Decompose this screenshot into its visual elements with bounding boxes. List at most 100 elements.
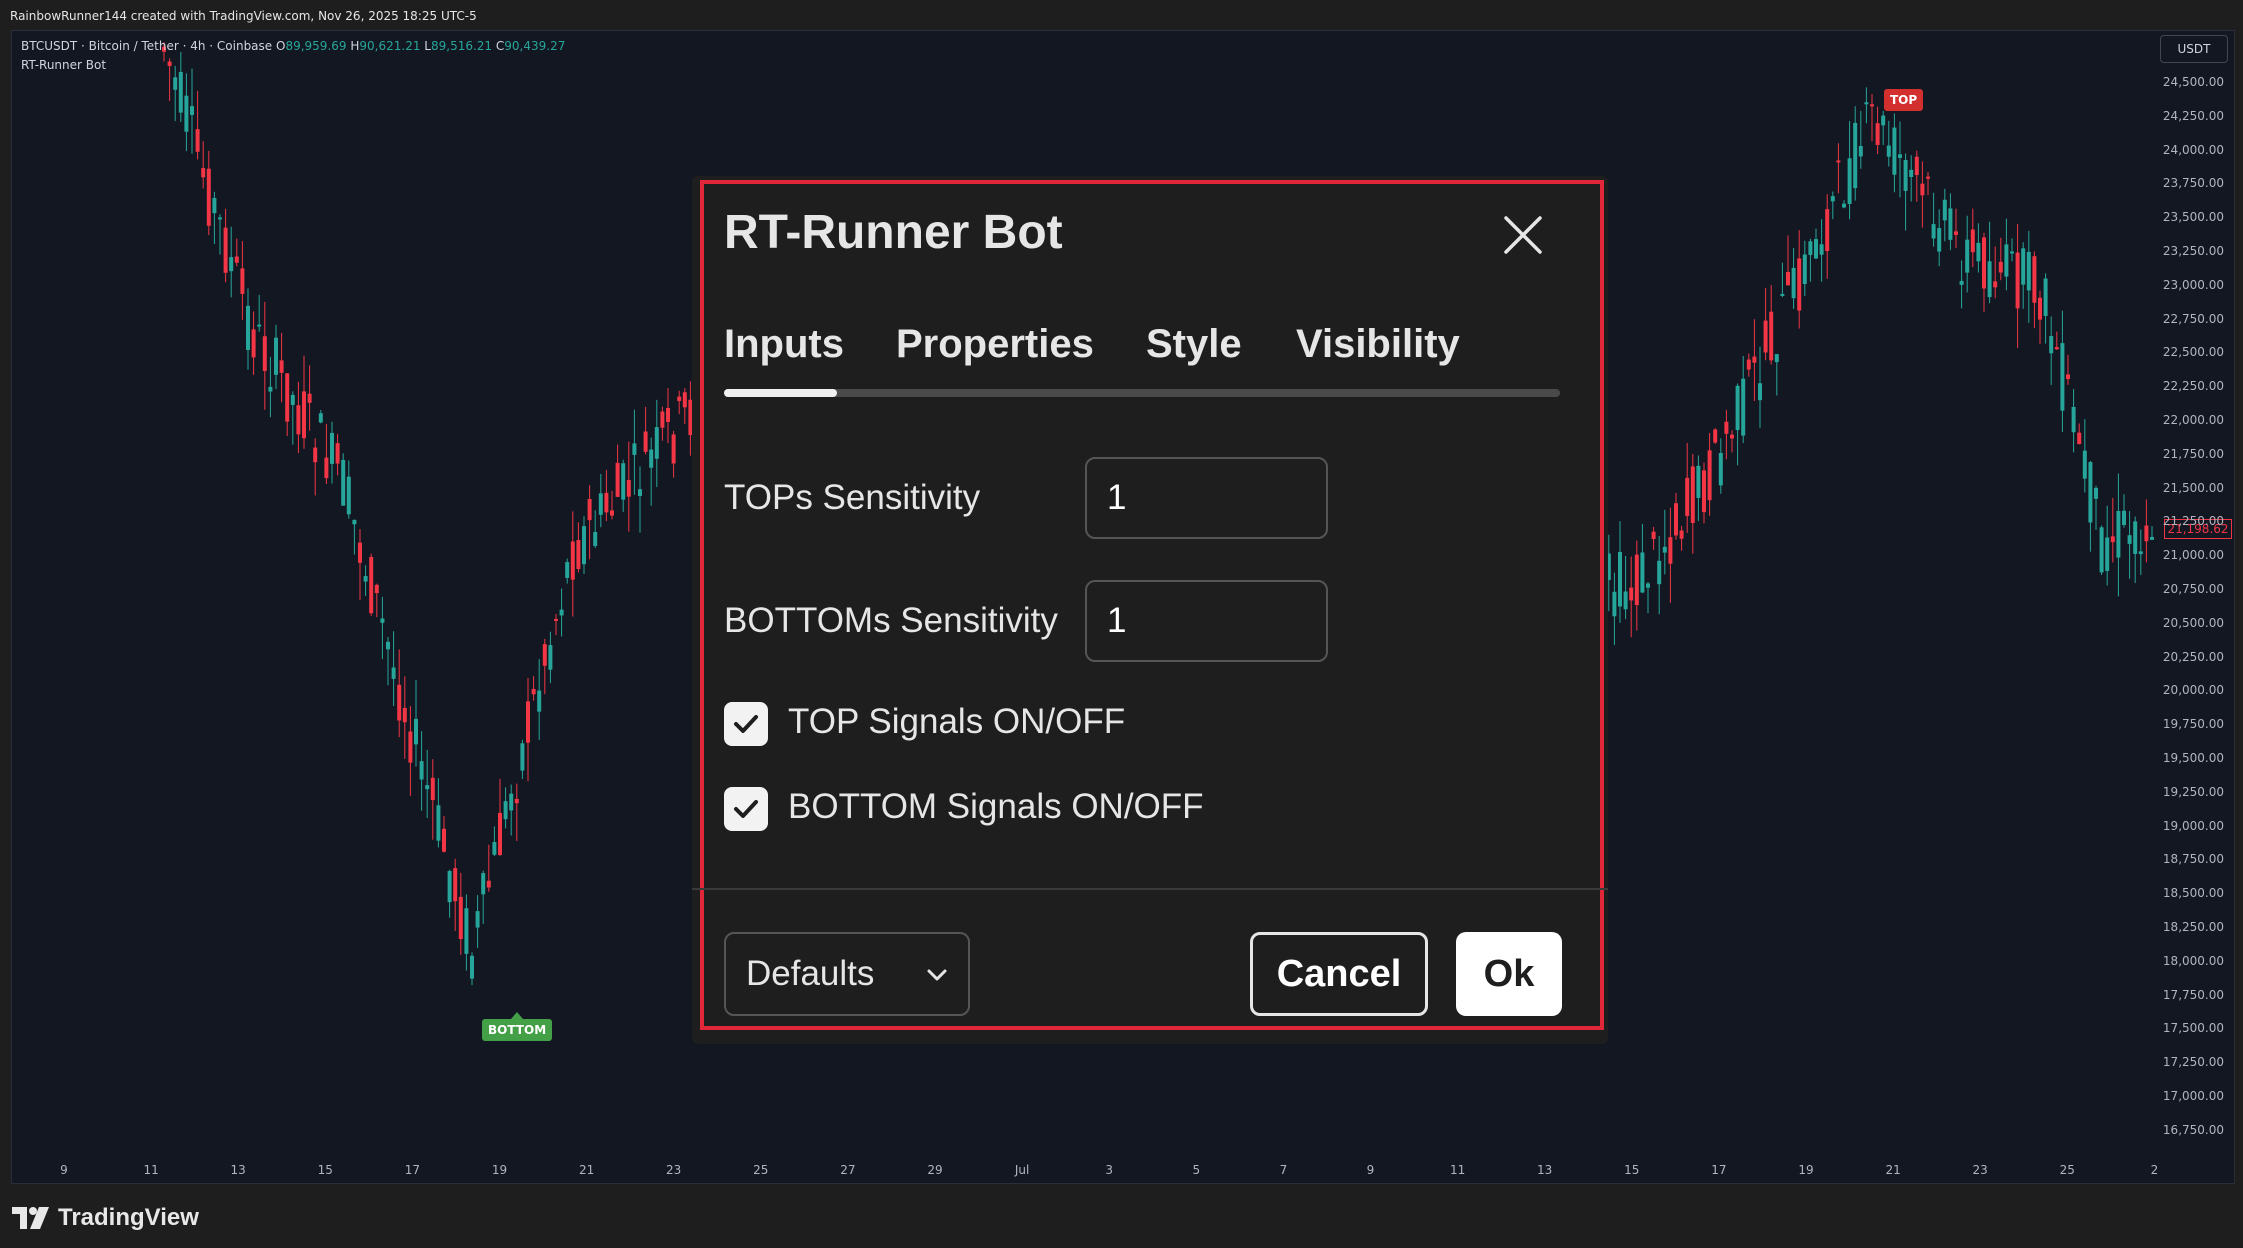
price-axis-label: 19,250.00 (2162, 784, 2224, 799)
candle-body (458, 896, 463, 940)
candle-body (2038, 297, 2042, 320)
tops-sensitivity-input[interactable] (1085, 457, 1328, 539)
price-axis-label: 24,500.00 (2162, 75, 2224, 89)
candle-body (1830, 196, 1835, 202)
candle-body (1735, 385, 1740, 431)
candle-body (1998, 261, 2003, 273)
candle-body (503, 801, 508, 820)
candle-body (531, 688, 536, 695)
tab-underline-track (724, 389, 1560, 397)
candle-body (2127, 535, 2132, 544)
candle-body (1780, 293, 1785, 296)
candle-body (1814, 239, 1818, 259)
candle-body (2032, 256, 2037, 303)
candle-body (486, 880, 491, 888)
candle-body (2088, 462, 2093, 523)
price-axis[interactable]: USDT 21,198.62 24,500.00 24,250.00 24,000.… (2156, 31, 2234, 1183)
tab-visibility[interactable]: Visibility (1296, 322, 1460, 367)
candle-body (436, 805, 441, 841)
candle-body (1646, 583, 1650, 588)
price-axis-label: 18,000.00 (2162, 953, 2224, 968)
bottom-signal-label: BOTTOM (482, 1012, 553, 1041)
time-axis-label: Jul (1014, 1163, 1030, 1177)
tab-inputs[interactable]: Inputs (724, 322, 844, 367)
candle-body (302, 391, 306, 439)
price-axis-label: 18,750.00 (2162, 852, 2224, 867)
candle-body (1948, 208, 1953, 240)
candle-body (598, 493, 603, 515)
candle-body (1909, 169, 1914, 177)
cancel-button[interactable]: Cancel (1250, 932, 1428, 1016)
candle-body (2082, 450, 2087, 479)
symbol-legend: BTCUSDT · Bitcoin / Tether · 4h · Coinba… (21, 39, 565, 53)
time-axis-label: 23 (1972, 1163, 1988, 1177)
candle-body (234, 256, 239, 263)
candle-body (492, 842, 497, 855)
candle-body (1808, 241, 1813, 255)
candle-body (498, 812, 502, 855)
top-signals-checkbox[interactable] (724, 702, 768, 746)
candle-body (1892, 127, 1897, 175)
candle-body (2133, 521, 2138, 554)
candle-body (2021, 248, 2026, 285)
time-axis-label: 17 (404, 1163, 421, 1177)
candle-body (548, 645, 553, 670)
candle-body (1993, 281, 1998, 288)
candle-body (2138, 551, 2143, 555)
candle-body (1662, 546, 1667, 553)
candle-body (223, 227, 228, 273)
candle-body (206, 168, 211, 226)
candle-body (195, 129, 200, 152)
candle-body (621, 463, 626, 500)
candle-body (346, 476, 351, 515)
top-signals-label[interactable]: TOP Signals ON/OFF (788, 702, 1125, 742)
candle-body (313, 447, 318, 463)
tab-style[interactable]: Style (1146, 322, 1242, 367)
candle-body (251, 329, 256, 358)
checkmark-icon (734, 715, 758, 733)
close-value: 90,439.27 (504, 39, 566, 53)
bottom-signals-checkbox[interactable] (724, 787, 768, 831)
price-axis-label: 24,000.00 (2162, 142, 2224, 157)
candle-body (666, 407, 670, 422)
candle-body (1657, 560, 1662, 585)
candle-body (358, 542, 362, 563)
candle-body (2066, 374, 2070, 380)
currency-button[interactable]: USDT (2160, 35, 2228, 63)
candle-body (643, 431, 648, 452)
candle-body (2049, 336, 2054, 354)
candle-body (2010, 251, 2014, 254)
candle-body (453, 868, 458, 902)
candle-body (2054, 347, 2059, 350)
price-axis-label: 22,500.00 (2162, 345, 2224, 360)
candle-body (481, 873, 486, 895)
tradingview-logo[interactable]: TradingView (12, 1204, 199, 1232)
ok-button[interactable]: Ok (1456, 932, 1562, 1016)
candle-body (173, 77, 178, 90)
bottom-signals-label[interactable]: BOTTOM Signals ON/OFF (788, 787, 1204, 827)
candle-body (1786, 271, 1790, 286)
low-value: 89,516.21 (430, 39, 493, 53)
candle-body (1685, 477, 1690, 516)
candle-body (1774, 354, 1779, 363)
time-axis-label: 13 (1537, 1163, 1553, 1177)
tab-properties[interactable]: Properties (896, 322, 1094, 367)
price-axis-label: 17,500.00 (2162, 1021, 2224, 1036)
bottoms-sensitivity-label: BOTTOMs Sensitivity (724, 601, 1058, 640)
indicator-legend[interactable]: RT-Runner Bot (21, 58, 106, 72)
time-axis-label: 2 (2150, 1163, 2159, 1177)
close-button[interactable] (1498, 210, 1548, 260)
candle-body (386, 641, 390, 650)
bottoms-sensitivity-input[interactable] (1085, 580, 1328, 662)
dialog-divider (692, 888, 1608, 890)
time-axis-label: 19 (1798, 1163, 1814, 1177)
candle-body (1920, 183, 1925, 196)
defaults-dropdown[interactable]: Defaults (724, 932, 970, 1016)
candle-body (257, 324, 262, 327)
candle-body (1982, 237, 1986, 289)
candle-body (1853, 122, 1858, 189)
tradingview-logo-icon (12, 1207, 49, 1229)
price-axis-label: 17,750.00 (2162, 987, 2224, 1002)
dialog-title: RT-Runner Bot (724, 206, 1063, 259)
candle-body (363, 576, 368, 582)
